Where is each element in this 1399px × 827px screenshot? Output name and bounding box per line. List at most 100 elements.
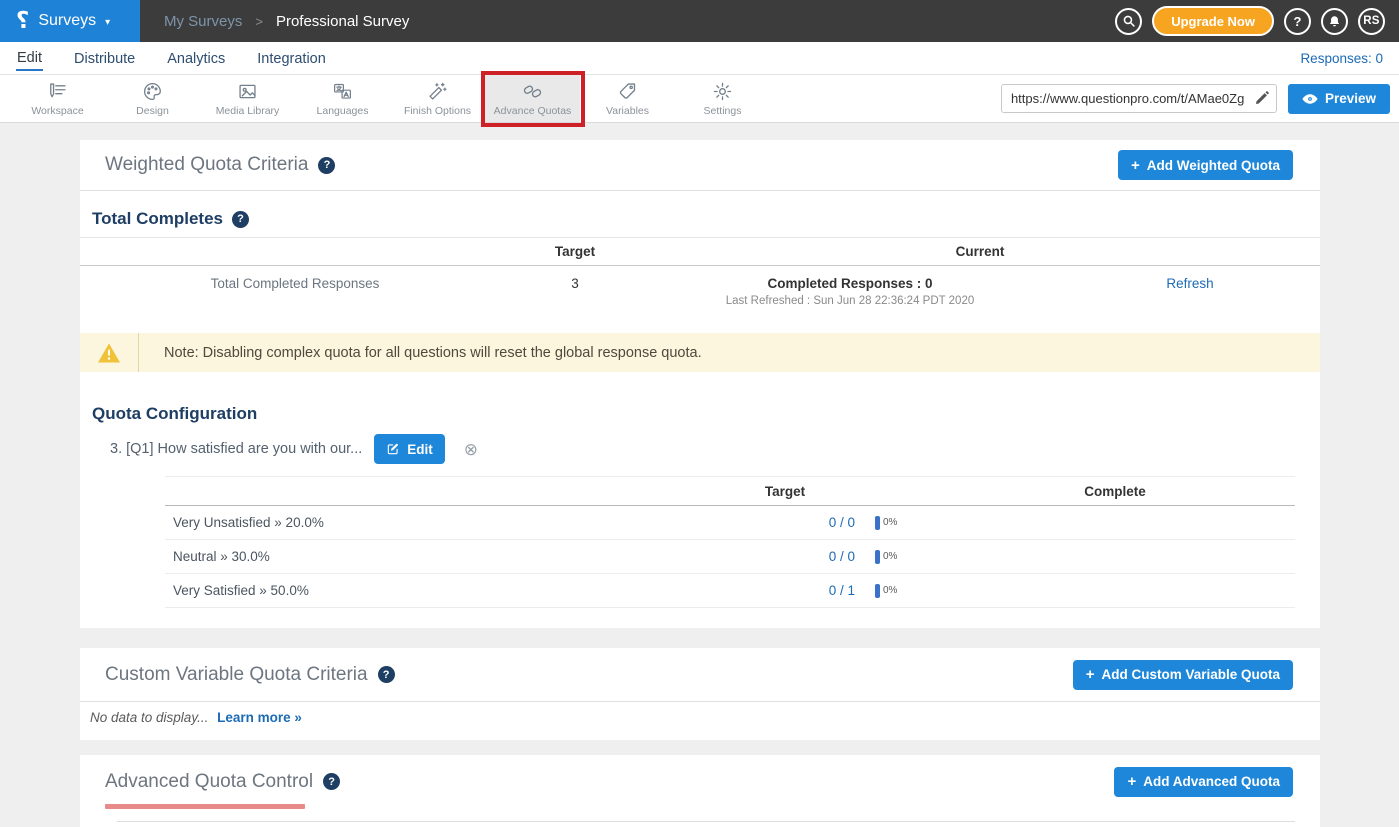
translate-icon xyxy=(332,81,353,102)
help-icon[interactable]: ? xyxy=(378,666,395,683)
custom-variable-quota-title: Custom Variable Quota Criteria ? xyxy=(105,664,395,686)
app-switcher[interactable]: ? Surveys ▾ xyxy=(0,0,140,42)
column-current: Current xyxy=(640,244,1320,259)
refresh-link[interactable]: Refresh xyxy=(1166,276,1213,291)
remove-quota-icon[interactable]: ⊗ xyxy=(464,441,478,458)
total-completes-table: Target Current Total Completed Responses… xyxy=(80,237,1320,321)
quota-row: Neutral » 30.0% 0 / 0 0% xyxy=(165,540,1295,574)
questionpro-logo-icon: ? xyxy=(16,10,29,33)
toolbar-item-workspace[interactable]: Workspace xyxy=(10,75,105,122)
toolbar-item-variables[interactable]: Variables xyxy=(580,75,675,122)
chain-links-icon xyxy=(522,81,543,102)
topbar-actions: Upgrade Now ? RS xyxy=(1115,0,1399,42)
survey-url-group xyxy=(1001,84,1277,113)
toolbar-items: Workspace Design Media Library Languages xyxy=(10,75,770,122)
help-icon[interactable]: ? xyxy=(323,773,340,790)
toolbar-item-design[interactable]: Design xyxy=(105,75,200,122)
app-switcher-label: Surveys xyxy=(38,12,96,30)
app-window: ? Surveys ▾ My Surveys > Professional Su… xyxy=(0,0,1399,827)
chevron-down-icon: ▾ xyxy=(105,15,110,28)
toolbar-item-languages[interactable]: Languages xyxy=(295,75,390,122)
quota-row: Very Satisfied » 50.0% 0 / 1 0% xyxy=(165,574,1295,608)
magic-wand-icon xyxy=(427,81,448,102)
divider xyxy=(80,190,1320,191)
add-custom-variable-quota-button[interactable]: + Add Custom Variable Quota xyxy=(1073,660,1293,690)
help-button[interactable]: ? xyxy=(1284,8,1311,35)
quota-target: 0 / 0 xyxy=(715,515,855,530)
weighted-quota-card: Weighted Quota Criteria ? + Add Weighted… xyxy=(80,140,1320,628)
breadcrumb: My Surveys > Professional Survey xyxy=(164,0,409,42)
survey-url-input[interactable] xyxy=(1001,84,1277,113)
progress-bar xyxy=(875,584,880,598)
edit-quota-button[interactable]: Edit xyxy=(374,434,445,464)
progress-percent: 0% xyxy=(883,585,897,596)
toolbar-right: Preview xyxy=(1001,75,1399,122)
image-icon xyxy=(237,81,258,102)
quota-target: 0 / 0 xyxy=(715,549,855,564)
add-weighted-quota-button[interactable]: + Add Weighted Quota xyxy=(1118,150,1293,180)
empty-state: No data to display... Learn more » xyxy=(80,702,1320,725)
progress-percent: 0% xyxy=(883,517,897,528)
last-refreshed: Last Refreshed : Sun Jun 28 22:36:24 PDT… xyxy=(640,295,1060,307)
preview-button[interactable]: Preview xyxy=(1288,84,1390,114)
learn-more-link[interactable]: Learn more » xyxy=(217,710,302,725)
advanced-quota-card: Advanced Quota Control ? + Add Advanced … xyxy=(80,755,1320,827)
quotas-page: Weighted Quota Criteria ? + Add Weighted… xyxy=(0,123,1399,827)
upgrade-button[interactable]: Upgrade Now xyxy=(1152,6,1274,36)
warning-icon xyxy=(80,342,138,364)
add-advanced-quota-button[interactable]: + Add Advanced Quota xyxy=(1114,767,1293,797)
help-icon[interactable]: ? xyxy=(318,157,335,174)
quota-row: Very Unsatisfied » 20.0% 0 / 0 0% xyxy=(165,506,1295,540)
tab-integration[interactable]: Integration xyxy=(256,46,327,70)
avatar[interactable]: RS xyxy=(1358,8,1385,35)
custom-variable-quota-card: Custom Variable Quota Criteria ? + Add C… xyxy=(80,648,1320,740)
quota-configuration-title: Quota Configuration xyxy=(80,404,1320,424)
quota-target: 0 / 1 xyxy=(715,583,855,598)
quota-table: Target Complete Very Unsatisfied » 20.0%… xyxy=(165,476,1295,608)
search-button[interactable] xyxy=(1115,8,1142,35)
total-completes-title: Total Completes ? xyxy=(80,209,1320,229)
search-icon xyxy=(1122,14,1136,28)
question-label: 3. [Q1] How satisfied are you with our..… xyxy=(110,441,362,457)
tag-icon xyxy=(617,81,638,102)
tab-distribute[interactable]: Distribute xyxy=(73,46,136,70)
progress-percent: 0% xyxy=(883,551,897,562)
notifications-button[interactable] xyxy=(1321,8,1348,35)
plus-icon: + xyxy=(1086,667,1095,682)
annotation-red-underline xyxy=(105,804,305,809)
note-banner: Note: Disabling complex quota for all qu… xyxy=(80,333,1320,372)
survey-nav: Edit Distribute Analytics Integration Re… xyxy=(0,42,1399,75)
breadcrumb-current-survey: Professional Survey xyxy=(276,13,409,30)
eye-icon xyxy=(1302,93,1318,105)
tab-edit[interactable]: Edit xyxy=(16,45,43,71)
table-header: Target Complete xyxy=(165,476,1295,506)
quota-progress: 0% xyxy=(855,584,935,598)
progress-bar xyxy=(875,516,880,530)
breadcrumb-my-surveys[interactable]: My Surveys xyxy=(164,13,242,30)
column-target: Target xyxy=(510,244,640,259)
quota-label: Very Unsatisfied » 20.0% xyxy=(165,515,715,530)
quota-question-row: 3. [Q1] How satisfied are you with our..… xyxy=(80,434,1320,464)
plus-icon: + xyxy=(1127,774,1136,789)
tab-analytics[interactable]: Analytics xyxy=(166,46,226,70)
toolbar-item-advance-quotas[interactable]: Advance Quotas xyxy=(485,75,580,122)
gear-icon xyxy=(712,81,733,102)
completed-responses: Completed Responses : 0 xyxy=(640,276,1060,291)
quota-progress: 0% xyxy=(855,550,935,564)
toolbar-item-media-library[interactable]: Media Library xyxy=(200,75,295,122)
edit-url-pencil-icon[interactable] xyxy=(1254,90,1270,106)
help-icon[interactable]: ? xyxy=(232,211,249,228)
toolbar-item-finish-options[interactable]: Finish Options xyxy=(390,75,485,122)
palette-icon xyxy=(142,81,163,102)
topbar: ? Surveys ▾ My Surveys > Professional Su… xyxy=(0,0,1399,42)
plus-icon: + xyxy=(1131,158,1140,173)
table-row: Total Completed Responses 3 Completed Re… xyxy=(80,266,1320,321)
bell-icon xyxy=(1327,14,1342,29)
quota-label: Neutral » 30.0% xyxy=(165,549,715,564)
current-value: Completed Responses : 0 Last Refreshed :… xyxy=(640,276,1060,307)
edit-icon xyxy=(386,442,400,456)
quota-label: Very Satisfied » 50.0% xyxy=(165,583,715,598)
divider xyxy=(117,821,1295,822)
edit-toolbar: Workspace Design Media Library Languages xyxy=(0,75,1399,123)
toolbar-item-settings[interactable]: Settings xyxy=(675,75,770,122)
